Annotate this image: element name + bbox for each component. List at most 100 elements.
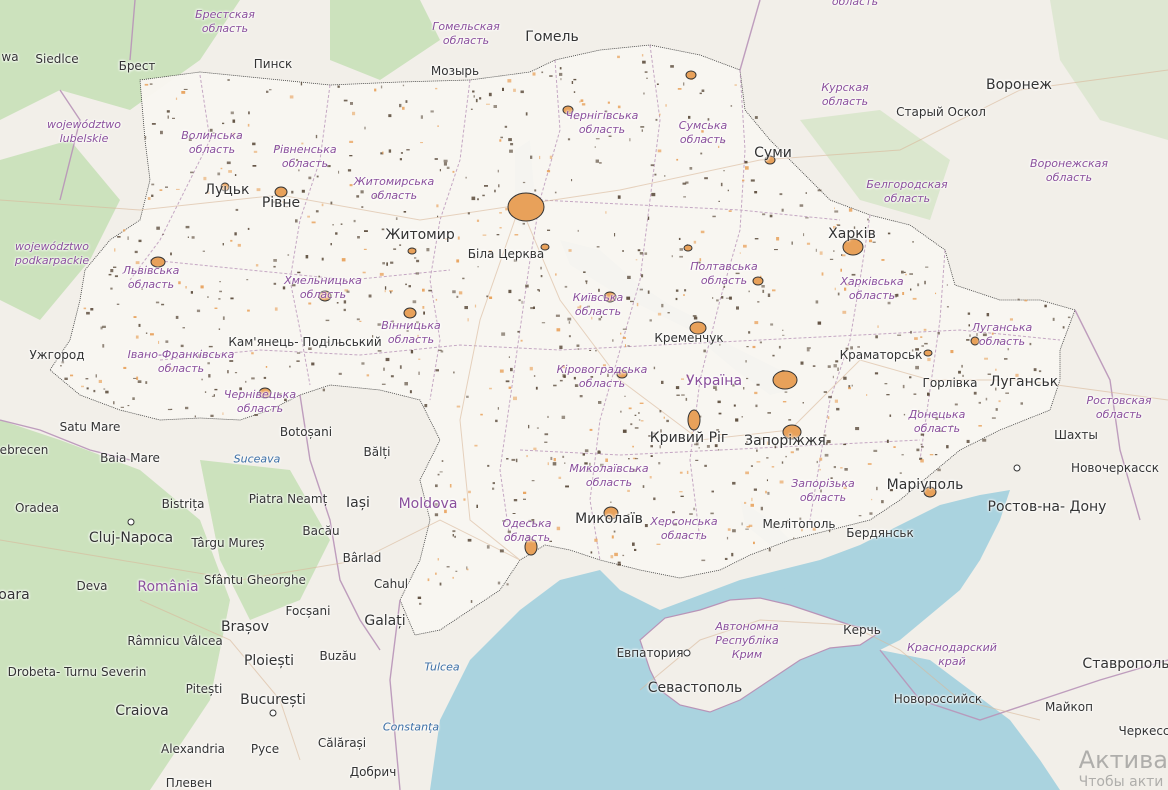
settlement-speck	[640, 126, 645, 128]
settlement-speck	[1067, 316, 1071, 319]
settlement-speck	[553, 458, 556, 462]
settlement-speck	[207, 296, 209, 298]
settlement-speck	[496, 234, 500, 236]
settlement-speck	[182, 327, 185, 329]
label-cherkessk: Черкесс	[1118, 724, 1168, 738]
settlement-speck	[886, 394, 890, 396]
settlement-speck	[287, 254, 290, 256]
settlement-speck	[214, 388, 218, 391]
settlement-speck	[467, 538, 472, 542]
settlement-speck	[824, 453, 829, 457]
settlement-speck	[745, 360, 747, 363]
label-bistrita: Bistrița	[161, 497, 205, 511]
settlement-speck	[836, 407, 840, 411]
settlement-speck	[568, 321, 571, 324]
settlement-speck	[693, 316, 698, 320]
settlement-speck	[1004, 358, 1008, 360]
settlement-speck	[827, 416, 830, 420]
settlement-speck	[937, 332, 940, 335]
settlement-speck	[935, 292, 937, 295]
label-focsani: Focșani	[285, 604, 331, 618]
settlement-speck	[110, 269, 114, 273]
settlement-speck	[782, 334, 785, 336]
settlement-speck	[439, 582, 442, 586]
settlement-speck	[741, 416, 743, 418]
settlement-speck	[116, 303, 120, 305]
settlement-speck	[736, 306, 739, 310]
settlement-speck	[1052, 317, 1055, 321]
settlement-speck	[388, 149, 392, 153]
settlement-speck	[547, 462, 549, 466]
settlement-speck	[416, 259, 420, 263]
settlement-speck	[937, 468, 941, 472]
settlement-speck	[315, 134, 318, 139]
settlement-speck	[492, 482, 495, 485]
settlement-speck	[439, 471, 443, 473]
settlement-speck	[251, 377, 255, 380]
label-brest-oblast: Брестская область	[195, 8, 255, 35]
settlement-speck	[867, 218, 869, 221]
settlement-speck	[967, 312, 971, 315]
settlement-speck	[679, 248, 683, 251]
settlement-speck	[446, 166, 450, 169]
settlement-speck	[757, 301, 760, 303]
settlement-speck	[531, 480, 535, 482]
settlement-speck	[497, 169, 499, 173]
settlement-speck	[335, 232, 338, 235]
settlement-speck	[700, 152, 703, 155]
settlement-speck	[732, 529, 736, 533]
settlement-speck	[533, 375, 536, 377]
settlement-speck	[322, 388, 325, 392]
settlement-speck	[778, 345, 781, 349]
settlement-speck	[274, 307, 278, 311]
settlement-speck	[641, 54, 644, 57]
settlement-speck	[439, 169, 441, 172]
settlement-speck	[463, 498, 466, 501]
settlement-speck	[658, 462, 661, 465]
settlement-speck	[806, 347, 811, 349]
settlement-speck	[656, 83, 659, 85]
settlement-speck	[300, 81, 303, 86]
settlement-speck	[114, 248, 116, 252]
settlement-speck	[594, 538, 598, 542]
map-view[interactable]: Брестская область Гомельская область Гом…	[0, 0, 1168, 790]
settlement-speck	[417, 596, 422, 599]
city-dot-evpatoria	[683, 649, 691, 657]
settlement-speck	[910, 288, 912, 291]
settlement-speck	[390, 261, 394, 264]
settlement-speck	[968, 324, 970, 327]
settlement-speck	[170, 252, 172, 256]
settlement-speck	[934, 454, 938, 456]
settlement-speck	[901, 270, 904, 274]
settlement-speck	[1020, 402, 1023, 405]
settlement-speck	[213, 394, 215, 397]
settlement-speck	[806, 348, 810, 352]
label-lubelskie: województwo lubelskie	[46, 118, 122, 145]
settlement-speck	[338, 372, 342, 375]
settlement-speck	[920, 459, 924, 463]
label-mykolaiv-oblast: Миколаївська область	[569, 462, 649, 489]
settlement-speck	[754, 191, 758, 194]
settlement-speck	[617, 563, 621, 566]
settlement-speck	[875, 335, 878, 339]
settlement-speck	[436, 204, 439, 208]
settlement-speck	[567, 317, 572, 321]
settlement-speck	[484, 185, 488, 187]
settlement-speck	[677, 88, 682, 90]
settlement-speck	[884, 383, 888, 385]
settlement-speck	[138, 239, 142, 243]
settlement-speck	[643, 92, 645, 95]
settlement-speck	[435, 484, 438, 488]
settlement-speck	[183, 88, 188, 90]
settlement-speck	[452, 530, 456, 533]
settlement-speck	[343, 308, 346, 312]
settlement-speck	[408, 285, 411, 288]
settlement-speck	[507, 79, 512, 83]
settlement-speck	[772, 354, 775, 357]
settlement-speck	[843, 443, 847, 446]
settlement-speck	[902, 384, 905, 389]
city-dot-cluj	[127, 518, 135, 526]
settlement-speck	[614, 233, 616, 237]
settlement-speck	[634, 458, 639, 460]
label-lviv-oblast: Львівська область	[122, 264, 180, 291]
